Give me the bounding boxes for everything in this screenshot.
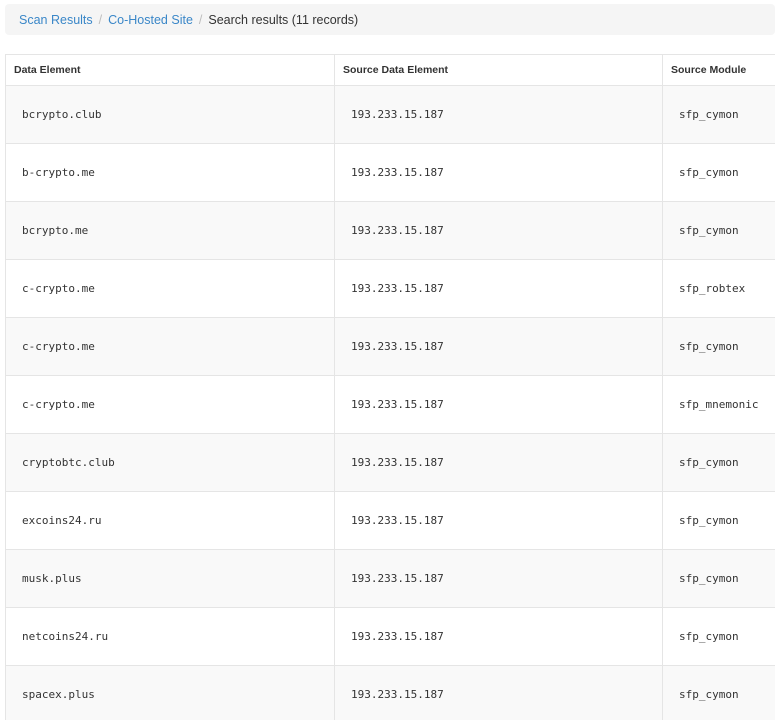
table-header-row: Data Element Source Data Element Source …	[5, 54, 775, 86]
column-header-source-data-element[interactable]: Source Data Element	[334, 54, 663, 86]
cell-source-data-element: 193.233.15.187	[334, 433, 663, 492]
cell-source-module: sfp_cymon	[662, 433, 775, 492]
cell-data-element: netcoins24.ru	[5, 607, 335, 666]
table-row[interactable]: bcrypto.club 193.233.15.187 sfp_cymon	[5, 85, 775, 144]
column-header-data-element[interactable]: Data Element	[5, 54, 335, 86]
cell-source-data-element: 193.233.15.187	[334, 665, 663, 720]
table-body: bcrypto.club 193.233.15.187 sfp_cymon b-cry…	[5, 85, 775, 720]
cell-data-element: c-crypto.me	[5, 317, 335, 376]
breadcrumb-separator: /	[98, 12, 103, 27]
cell-data-element: bcrypto.me	[5, 201, 335, 260]
cell-data-element: b-crypto.me	[5, 143, 335, 202]
results-table: Data Element Source Data Element Source …	[5, 54, 775, 720]
results-table-container: Data Element Source Data Element Source …	[5, 54, 775, 720]
table-row[interactable]: bcrypto.me 193.233.15.187 sfp_cymon	[5, 201, 775, 260]
breadcrumb-link-co-hosted-site[interactable]: Co-Hosted Site	[108, 13, 193, 27]
cell-data-element: c-crypto.me	[5, 259, 335, 318]
cell-data-element: spacex.plus	[5, 665, 335, 720]
breadcrumb-link-scan-results[interactable]: Scan Results	[19, 13, 93, 27]
cell-source-module: sfp_cymon	[662, 85, 775, 144]
cell-source-data-element: 193.233.15.187	[334, 375, 663, 434]
table-row[interactable]: c-crypto.me 193.233.15.187 sfp_robtex	[5, 259, 775, 318]
table-row[interactable]: netcoins24.ru 193.233.15.187 sfp_cymon	[5, 607, 775, 666]
cell-source-module: sfp_cymon	[662, 607, 775, 666]
cell-source-module: sfp_cymon	[662, 665, 775, 720]
table-row[interactable]: c-crypto.me 193.233.15.187 sfp_mnemonic	[5, 375, 775, 434]
cell-data-element: musk.plus	[5, 549, 335, 608]
table-row[interactable]: musk.plus 193.233.15.187 sfp_cymon	[5, 549, 775, 608]
cell-source-module: sfp_cymon	[662, 201, 775, 260]
cell-data-element: bcrypto.club	[5, 85, 335, 144]
cell-source-data-element: 193.233.15.187	[334, 607, 663, 666]
breadcrumb: Scan Results / Co-Hosted Site / Search r…	[5, 4, 775, 35]
cell-source-data-element: 193.233.15.187	[334, 259, 663, 318]
cell-source-module: sfp_robtex	[662, 259, 775, 318]
cell-source-module: sfp_mnemonic	[662, 375, 775, 434]
cell-data-element: cryptobtc.club	[5, 433, 335, 492]
cell-source-module: sfp_cymon	[662, 549, 775, 608]
cell-source-data-element: 193.233.15.187	[334, 549, 663, 608]
breadcrumb-current: Search results (11 records)	[208, 12, 359, 27]
cell-data-element: excoins24.ru	[5, 491, 335, 550]
cell-source-data-element: 193.233.15.187	[334, 201, 663, 260]
table-row[interactable]: excoins24.ru 193.233.15.187 sfp_cymon	[5, 491, 775, 550]
cell-data-element: c-crypto.me	[5, 375, 335, 434]
cell-source-data-element: 193.233.15.187	[334, 317, 663, 376]
table-row[interactable]: spacex.plus 193.233.15.187 sfp_cymon	[5, 665, 775, 720]
table-row[interactable]: c-crypto.me 193.233.15.187 sfp_cymon	[5, 317, 775, 376]
breadcrumb-separator: /	[198, 12, 203, 27]
cell-source-data-element: 193.233.15.187	[334, 491, 663, 550]
table-row[interactable]: b-crypto.me 193.233.15.187 sfp_cymon	[5, 143, 775, 202]
cell-source-module: sfp_cymon	[662, 491, 775, 550]
cell-source-data-element: 193.233.15.187	[334, 85, 663, 144]
cell-source-module: sfp_cymon	[662, 143, 775, 202]
column-header-source-module[interactable]: Source Module	[662, 54, 775, 86]
table-row[interactable]: cryptobtc.club 193.233.15.187 sfp_cymon	[5, 433, 775, 492]
cell-source-module: sfp_cymon	[662, 317, 775, 376]
cell-source-data-element: 193.233.15.187	[334, 143, 663, 202]
